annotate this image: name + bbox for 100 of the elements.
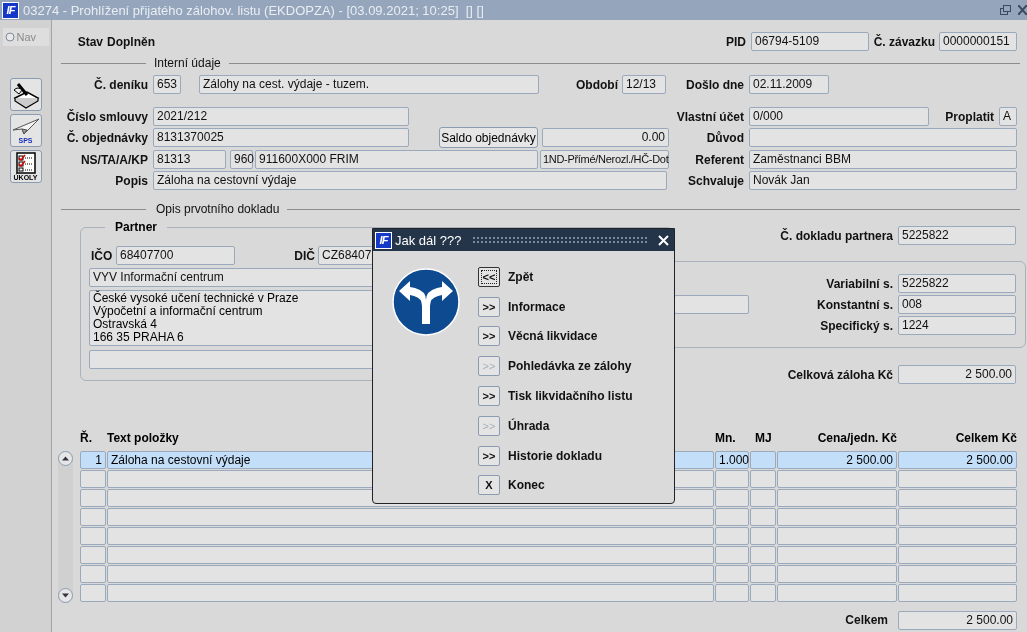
action-label: Tisk likvidačního listu: [508, 389, 633, 404]
table-cell: [80, 565, 106, 583]
table-cell: [80, 489, 106, 507]
action-button[interactable]: >>: [478, 296, 500, 317]
section-title: Opis prvotního dokladu: [156, 202, 280, 216]
text-field[interactable]: Zálohy na cest. výdaje - tuzem.: [199, 75, 539, 94]
table-cell: [750, 451, 776, 469]
text-field[interactable]: 12/13: [622, 75, 666, 94]
table-cell: [715, 489, 749, 507]
text-field[interactable]: 5225822: [898, 274, 1016, 293]
notebook-tool-button[interactable]: [9, 78, 42, 111]
text-field[interactable]: A: [999, 107, 1017, 126]
field-label: DIČ: [293, 248, 315, 263]
table-cell: [80, 584, 106, 602]
table-cell: [80, 470, 106, 488]
status-value: Doplněn: [107, 34, 156, 49]
table-cell: [750, 470, 776, 488]
scroll-up-button[interactable]: [58, 451, 73, 466]
unit-price-cell: 2 500.00: [777, 451, 897, 469]
field-label: PID: [725, 34, 746, 49]
quantity-cell: 1.000: [715, 451, 749, 469]
table-cell: [750, 508, 776, 526]
text-field[interactable]: 960: [230, 150, 253, 169]
field-label: Celková záloha Kč: [786, 367, 893, 382]
action-label: Konec: [508, 478, 545, 493]
field-label: Období: [575, 77, 618, 92]
text-field[interactable]: 2 500.00: [898, 610, 1017, 630]
text-field[interactable]: 2 500.00: [898, 365, 1016, 384]
field-label: Specifický s.: [819, 318, 893, 333]
column-header: Celkem Kč: [954, 431, 1017, 445]
field-label: Č. deníku: [93, 77, 148, 92]
table-cell: [715, 470, 749, 488]
text-field[interactable]: [674, 295, 749, 314]
row-number-cell: 1: [80, 451, 106, 469]
action-button[interactable]: >>: [478, 445, 500, 466]
action-button[interactable]: X: [478, 475, 500, 496]
text-field[interactable]: 1ND-Přímé/Nerozl./HČ-Dot: [540, 150, 669, 169]
text-field[interactable]: 008: [898, 295, 1016, 314]
notebook-pen-icon: [11, 80, 40, 109]
column-header: Mn.: [715, 431, 737, 445]
text-field[interactable]: 06794-5109: [751, 32, 869, 51]
total-cell: 2 500.00: [898, 451, 1017, 469]
field-label: Celkem: [844, 613, 888, 627]
field-label: IČO: [91, 248, 113, 263]
text-field[interactable]: 0/000: [749, 107, 929, 126]
column-header: MJ: [754, 431, 773, 445]
action-label: Úhrada: [508, 418, 550, 433]
section-title: Interní údaje: [154, 56, 221, 70]
text-field[interactable]: 911600X000 FRIM: [255, 150, 538, 169]
window-title: 03274 - Prohlížení přijatého zálohov. listu (EKDOPZA) - [03.09.2021; 10:25] [] []: [23, 2, 484, 18]
paper-plane-icon: [11, 117, 40, 137]
text-field[interactable]: 0000000151: [939, 32, 1017, 51]
action-label: Věcná likvidace: [508, 329, 598, 344]
scroll-down-button[interactable]: [58, 588, 73, 603]
group-title: Partner: [114, 220, 159, 234]
text-field[interactable]: 1224: [898, 316, 1016, 335]
text-field[interactable]: 81313: [153, 150, 226, 169]
app-logo: IF: [375, 231, 392, 249]
text-field[interactable]: 653: [153, 75, 181, 94]
direction-sign-icon: [392, 268, 460, 336]
text-field[interactable]: Záloha na cestovní výdaje: [153, 171, 667, 190]
app-logo: IF: [2, 1, 19, 19]
action-button[interactable]: >>: [478, 386, 500, 407]
text-field[interactable]: Novák Jan: [749, 171, 1017, 190]
column-header: Ř.: [80, 431, 93, 445]
saldo-button[interactable]: Saldo objednávky: [439, 127, 538, 148]
table-cell: [80, 527, 106, 545]
text-field[interactable]: 8131370025: [153, 128, 409, 147]
table-cell: [715, 527, 749, 545]
restore-icon[interactable]: [1000, 4, 1012, 16]
table-cell: [715, 584, 749, 602]
text-field[interactable]: [749, 128, 1017, 147]
text-field[interactable]: Zaměstnanci BBM: [749, 150, 1017, 169]
column-header: Cena/jedn. Kč: [816, 431, 897, 445]
table-cell: [750, 489, 776, 507]
field-label: Č. dokladu partnera: [779, 228, 893, 243]
table-cell: [750, 584, 776, 602]
table-cell: [715, 546, 749, 564]
checklist-icon: [14, 152, 37, 174]
text-field[interactable]: 0.00: [542, 128, 669, 147]
action-button[interactable]: >>: [478, 326, 500, 347]
field-label: Schvaluje: [686, 173, 744, 188]
text-field[interactable]: 2021/212: [153, 107, 409, 126]
field-label: Důvod: [705, 130, 744, 145]
field-label: Stav: [76, 34, 103, 49]
field-label: Číslo smlouvy: [65, 109, 148, 124]
action-button[interactable]: <<: [478, 266, 500, 287]
scrollbar[interactable]: [58, 451, 73, 603]
table-cell: [750, 546, 776, 564]
action-label: Informace: [508, 299, 566, 314]
text-field[interactable]: 02.11.2009: [749, 75, 829, 94]
table-cell: [715, 508, 749, 526]
dialog-title: Jak dál ???: [395, 232, 462, 248]
field-label: Došlo dne: [685, 77, 744, 92]
field-label: Variabilní s.: [825, 276, 893, 291]
action-label: Zpět: [508, 269, 534, 284]
text-field[interactable]: 5225822: [898, 226, 1016, 245]
field-label: NS/TA/A/KP: [79, 152, 148, 167]
action-label: Historie dokladu: [508, 448, 602, 463]
text-field[interactable]: 68407700: [116, 246, 235, 265]
